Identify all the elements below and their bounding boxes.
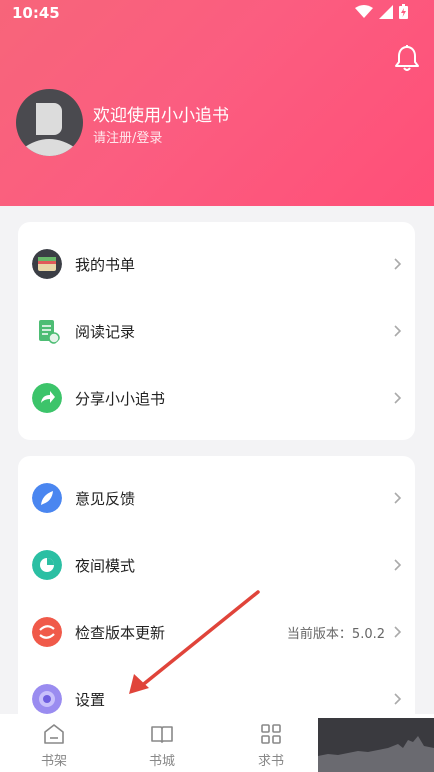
reading-record-icon: [39, 320, 60, 344]
share-icon: [32, 383, 62, 413]
chevron-right-icon: [394, 626, 402, 638]
login-register-link[interactable]: 请注册/登录: [93, 127, 162, 146]
welcome-text[interactable]: 欢迎使用小小追书: [93, 101, 229, 126]
menu-item-feedback[interactable]: 意见反馈: [18, 468, 415, 528]
menu-label: 我的书单: [75, 255, 136, 274]
menu-item-night-mode[interactable]: 夜间模式: [18, 535, 415, 595]
tab-label: 求书: [257, 754, 284, 769]
chevron-right-icon: [394, 693, 402, 705]
home-bookshelf-icon: [44, 724, 64, 744]
menu-card-primary: 我的书单 阅读记录 分享小小追书: [18, 222, 415, 440]
default-avatar-icon: [22, 103, 77, 156]
menu-label: 阅读记录: [75, 322, 136, 341]
status-bar: 10:45: [0, 0, 434, 28]
open-book-icon: [151, 726, 173, 743]
chevron-right-icon: [394, 258, 402, 270]
menu-label: 意见反馈: [75, 489, 136, 508]
bookshelf-wallet-icon: [32, 249, 62, 279]
menu-label: 检查版本更新: [75, 623, 166, 642]
menu-card-secondary: 意见反馈 夜间模式 检查版本更新 当前版本：5.0.2 设置: [18, 456, 415, 726]
chevron-right-icon: [394, 392, 402, 404]
chevron-right-icon: [394, 325, 402, 337]
avatar[interactable]: [16, 89, 83, 156]
tab-label: 书架: [40, 754, 67, 769]
notification-bell-icon[interactable]: [394, 44, 420, 72]
menu-item-my-booklist[interactable]: 我的书单: [18, 234, 415, 294]
menu-item-check-update[interactable]: 检查版本更新 当前版本：5.0.2: [18, 602, 415, 662]
menu-item-reading-record[interactable]: 阅读记录: [18, 301, 415, 361]
status-time: 10:45: [12, 4, 60, 22]
tab-request-book[interactable]: 求书: [221, 714, 321, 772]
current-version: 当前版本：5.0.2: [286, 626, 385, 642]
battery-icon: [399, 4, 408, 19]
menu-label: 分享小小追书: [75, 389, 166, 408]
tab-bookshelf[interactable]: 书架: [4, 714, 104, 772]
update-icon: [32, 617, 62, 647]
tab-bookstore[interactable]: 书城: [112, 714, 212, 772]
wifi-icon: [355, 4, 373, 18]
tab-label: 书城: [148, 754, 175, 769]
menu-label: 夜间模式: [75, 556, 136, 575]
overlay-thumbnail: [318, 718, 434, 772]
chevron-right-icon: [394, 559, 402, 571]
waveform-graphic: [318, 736, 434, 772]
status-icons: [355, 4, 408, 19]
settings-icon: [32, 684, 62, 714]
feedback-feather-icon: [32, 483, 62, 513]
profile-header: 10:45 欢迎使用小小追书 请注册/登录: [0, 0, 434, 206]
night-mode-icon: [32, 550, 62, 580]
menu-item-share[interactable]: 分享小小追书: [18, 368, 415, 428]
chevron-right-icon: [394, 492, 402, 504]
grid-icon: [261, 724, 281, 744]
signal-icon: [379, 4, 393, 19]
menu-label: 设置: [75, 690, 106, 709]
